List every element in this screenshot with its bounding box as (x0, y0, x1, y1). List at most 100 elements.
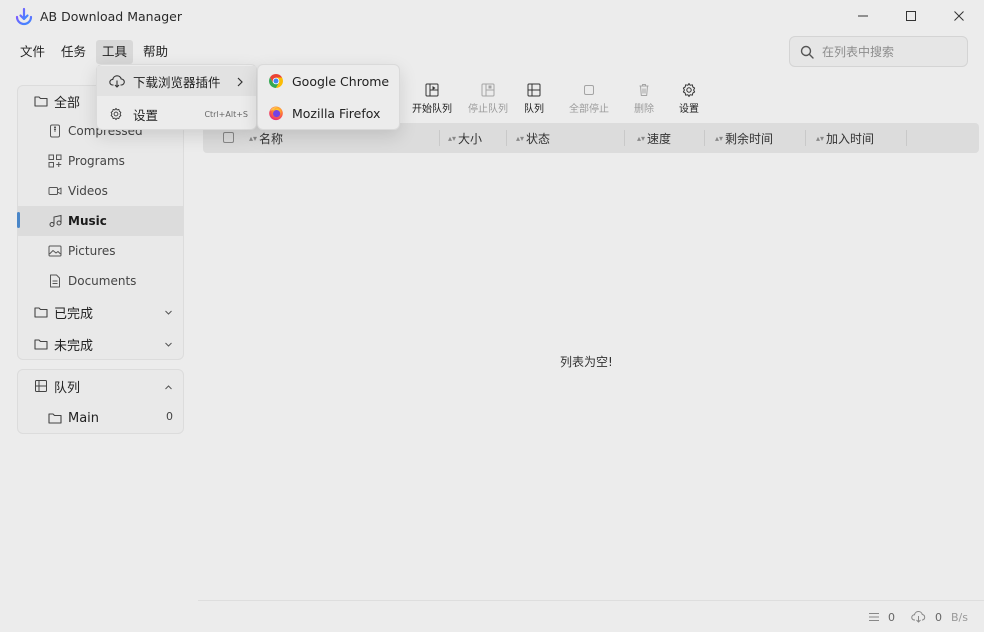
sidebar-item-videos[interactable]: Videos (18, 176, 183, 206)
queue-icon (34, 379, 48, 393)
menu-file[interactable]: 文件 (14, 40, 51, 64)
menu-help[interactable]: 帮助 (137, 40, 174, 64)
column-divider[interactable] (624, 130, 625, 146)
sidebar-item-queue[interactable]: 队列 (18, 371, 183, 401)
app-logo-icon (14, 7, 34, 27)
sidebar-item-label: 已完成 (54, 306, 94, 322)
column-header-name[interactable]: ▴▾ 名称 (249, 130, 283, 147)
chevron-up-icon (164, 381, 173, 395)
toolbar-label: 全部停止 (569, 104, 609, 115)
video-icon (48, 184, 62, 198)
column-header-status[interactable]: ▴▾ 状态 (516, 130, 550, 147)
queue-button[interactable]: 队列 (504, 82, 564, 115)
column-divider[interactable] (439, 130, 440, 146)
sidebar-item-pictures[interactable]: Pictures (18, 236, 183, 266)
queue-icon (504, 82, 564, 98)
sidebar-item-unfinished[interactable]: 未完成 (18, 329, 183, 359)
firefox-icon (268, 105, 284, 121)
column-header-remaining[interactable]: ▴▾ 剩余时间 (715, 130, 773, 147)
column-header-added[interactable]: ▴▾ 加入时间 (816, 130, 874, 147)
menu-item-browser-extension[interactable]: 下载浏览器插件 (97, 66, 256, 96)
speed-unit: B/s (951, 611, 968, 624)
start-queue-icon (402, 82, 462, 98)
toolbar-label: 开始队列 (412, 104, 452, 115)
gear-icon (109, 107, 123, 121)
column-divider[interactable] (906, 130, 907, 146)
column-divider[interactable] (805, 130, 806, 146)
menu-item-mozilla-firefox[interactable]: Mozilla Firefox (258, 98, 399, 128)
column-divider[interactable] (506, 130, 507, 146)
start-queue-button[interactable]: 开始队列 (402, 82, 462, 115)
queue-panel: 队列 Main 0 (17, 369, 184, 434)
stop-all-button[interactable]: 全部停止 (559, 82, 619, 115)
search-placeholder: 在列表中搜索 (822, 45, 895, 59)
menu-tasks[interactable]: 任务 (55, 40, 92, 64)
sidebar-item-completed[interactable]: 已完成 (18, 297, 183, 327)
sidebar-item-label: Videos (68, 184, 108, 198)
sidebar-item-label: Music (68, 214, 107, 228)
sidebar-item-label: Pictures (68, 244, 116, 258)
menu-bar: 文件 任务 工具 帮助 (14, 40, 178, 66)
list-icon (868, 611, 880, 626)
maximize-icon (906, 11, 916, 21)
column-divider[interactable] (704, 130, 705, 146)
chevron-down-icon (164, 306, 173, 320)
close-icon (954, 11, 964, 21)
menu-item-settings[interactable]: 设置 Ctrl+Alt+S (97, 99, 256, 129)
sidebar-item-label: 队列 (54, 380, 81, 396)
sidebar-item-label: 未完成 (54, 338, 94, 354)
folder-icon (34, 337, 48, 351)
title-bar: AB Download Manager (0, 0, 984, 34)
column-header-speed[interactable]: ▴▾ 速度 (637, 130, 671, 147)
minimize-icon (858, 15, 868, 17)
empty-list-message: 列表为空! (560, 355, 613, 369)
apps-icon (48, 154, 62, 168)
browser-extension-submenu: Google Chrome Mozilla Firefox (257, 64, 400, 130)
queue-count-badge: 0 (166, 410, 173, 423)
menu-item-label: Mozilla Firefox (292, 105, 381, 121)
select-all-checkbox[interactable] (223, 132, 234, 143)
keyboard-shortcut: Ctrl+Alt+S (204, 109, 248, 119)
music-icon (48, 214, 62, 228)
download-speed-icon (911, 610, 926, 626)
sidebar-item-label: 全部 (54, 95, 81, 111)
stop-icon (559, 82, 619, 98)
status-bar: 0 0 B/s (198, 600, 984, 632)
tools-menu: 下载浏览器插件 设置 Ctrl+Alt+S (96, 64, 257, 130)
menu-item-google-chrome[interactable]: Google Chrome (258, 66, 399, 96)
active-count: 0 (888, 611, 895, 624)
search-icon (800, 45, 814, 59)
toolbar-label: 设置 (679, 104, 699, 115)
document-icon (48, 274, 62, 288)
archive-icon (48, 124, 62, 138)
window-title: AB Download Manager (40, 9, 182, 24)
sidebar-item-programs[interactable]: Programs (18, 146, 183, 176)
chevron-down-icon (164, 338, 173, 352)
gear-icon (659, 82, 719, 98)
search-input[interactable]: 在列表中搜索 (789, 36, 968, 67)
minimize-button[interactable] (840, 0, 886, 32)
sidebar-item-label: Documents (68, 274, 137, 288)
sidebar-item-music[interactable]: Music (18, 206, 183, 236)
close-button[interactable] (936, 0, 982, 32)
sidebar-item-documents[interactable]: Documents (18, 266, 183, 296)
maximize-button[interactable] (888, 0, 934, 32)
chrome-icon (268, 73, 284, 89)
settings-button[interactable]: 设置 (659, 82, 719, 115)
toolbar-label: 队列 (524, 104, 544, 115)
menu-item-label: 下载浏览器插件 (133, 74, 221, 90)
image-icon (48, 244, 62, 258)
sidebar-item-label: Main (68, 410, 100, 426)
cloud-download-icon (109, 74, 125, 88)
sidebar-item-queue-main[interactable]: Main 0 (18, 403, 183, 433)
chevron-right-icon (236, 76, 244, 90)
folder-icon (34, 94, 48, 108)
column-header-size[interactable]: ▴▾ 大小 (448, 130, 482, 147)
sidebar-item-label: Programs (68, 154, 125, 168)
menu-tools[interactable]: 工具 (96, 40, 134, 64)
selection-indicator (17, 212, 20, 228)
menu-item-label: 设置 (133, 107, 159, 123)
folder-icon (34, 305, 48, 319)
folder-icon (48, 411, 62, 425)
menu-item-label: Google Chrome (292, 73, 390, 89)
